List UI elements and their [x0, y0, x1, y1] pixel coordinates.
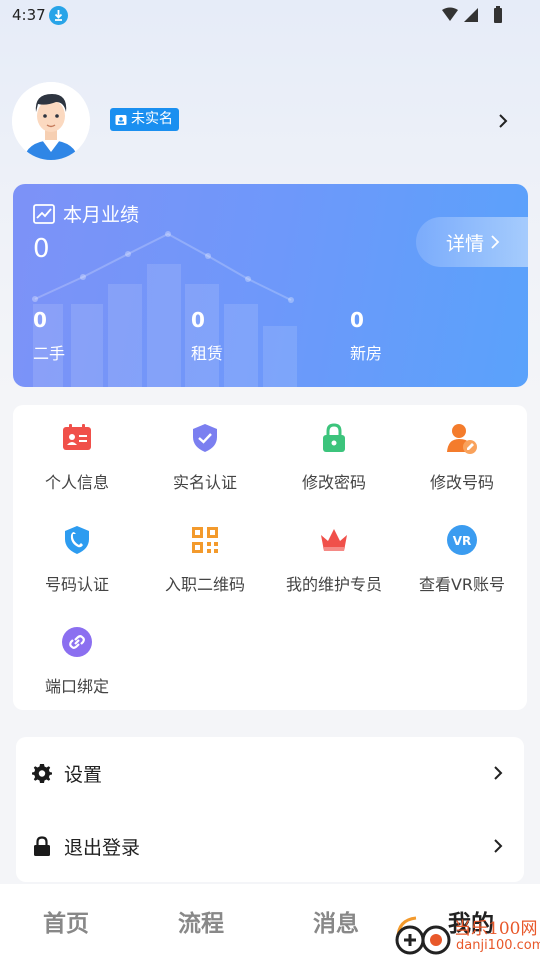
grid-item-vr-account[interactable]: VR 查看VR账号: [398, 523, 526, 595]
lock-icon: [34, 836, 50, 856]
stat-label: 二手: [33, 344, 66, 363]
grid-item-label: 修改号码: [429, 473, 494, 492]
stat-rental[interactable]: 0 租赁: [191, 308, 223, 364]
grid-item-label: 端口绑定: [44, 677, 109, 696]
chevron-right-icon[interactable]: [496, 112, 510, 130]
grid-item-port-binding[interactable]: 端口绑定: [13, 625, 141, 697]
profile-header[interactable]: 未实名: [12, 82, 528, 160]
stat-newhouse[interactable]: 0 新房: [350, 308, 382, 364]
realname-status-badge[interactable]: 未实名: [110, 108, 179, 131]
badge-label: 未实名: [131, 111, 173, 127]
chevron-right-icon: [494, 766, 503, 780]
qr-code-icon: [192, 527, 218, 553]
settings-menu: 设置 退出登录: [16, 737, 524, 882]
menu-item-settings[interactable]: 设置: [16, 737, 524, 809]
grid-item-change-number[interactable]: 修改号码: [398, 421, 526, 493]
chevron-right-icon: [494, 839, 503, 853]
vr-icon: VR: [447, 525, 477, 555]
grid-item-number-auth[interactable]: 号码认证: [13, 523, 141, 595]
phone-shield-icon: [65, 526, 89, 554]
grid-item-maintainer[interactable]: 我的维护专员: [270, 523, 398, 595]
status-time: 4:37: [12, 6, 46, 24]
grid-item-change-password[interactable]: 修改密码: [270, 421, 398, 493]
stat-label: 新房: [350, 344, 383, 363]
id-card-icon: [63, 424, 91, 450]
stat-secondhand[interactable]: 0 二手: [33, 308, 65, 364]
grid-item-onboard-qr[interactable]: 入职二维码: [141, 523, 269, 595]
crown-icon: [321, 529, 347, 551]
watermark-logo-icon: [395, 916, 451, 955]
grid-item-realname[interactable]: 实名认证: [141, 421, 269, 493]
menu-item-logout[interactable]: 退出登录: [16, 810, 524, 882]
grid-item-label: 个人信息: [44, 473, 109, 492]
performance-title: 本月业绩: [63, 204, 140, 226]
trend-chart-icon: [33, 203, 55, 224]
status-bar: 4:37: [0, 0, 540, 30]
stat-value: 0: [191, 308, 205, 332]
user-edit-icon: [447, 424, 477, 454]
download-icon: [49, 6, 68, 25]
grid-item-label: 查看VR账号: [418, 575, 506, 594]
function-grid: 个人信息 实名认证 修改密码 修改号码 号码认证 入职二维码 我的维护专员 VR…: [13, 405, 527, 710]
lock-icon: [323, 423, 345, 452]
status-icons: [442, 6, 502, 23]
menu-item-label: 退出登录: [64, 836, 141, 859]
link-icon: [62, 627, 92, 657]
watermark-url: danji100.com: [456, 938, 540, 953]
detail-button[interactable]: 详情: [416, 217, 528, 267]
grid-item-label: 我的维护专员: [285, 575, 382, 594]
chevron-right-icon: [491, 235, 500, 249]
tab-home[interactable]: 首页: [43, 904, 89, 938]
id-badge-icon: [115, 114, 127, 125]
stat-value: 0: [350, 308, 364, 332]
grid-item-label: 修改密码: [301, 473, 366, 492]
tab-messages[interactable]: 消息: [313, 904, 359, 938]
shield-check-icon: [193, 424, 217, 452]
stat-label: 租赁: [191, 344, 224, 363]
watermark-title: 当乐100网: [454, 919, 538, 939]
gear-icon: [32, 764, 52, 783]
performance-card: 本月业绩 0 详情 0 二手 0 租赁 0 新房: [13, 184, 528, 387]
svg-text:VR: VR: [453, 534, 472, 548]
grid-item-label: 号码认证: [44, 575, 109, 594]
grid-item-label: 实名认证: [172, 473, 237, 492]
grid-item-personal-info[interactable]: 个人信息: [13, 421, 141, 493]
menu-item-label: 设置: [64, 763, 103, 786]
site-watermark: 当乐100网 danji100.com: [392, 908, 540, 960]
avatar[interactable]: [12, 82, 90, 160]
grid-item-label: 入职二维码: [164, 575, 245, 594]
detail-label: 详情: [446, 232, 485, 255]
stat-value: 0: [33, 308, 47, 332]
performance-total: 0: [33, 234, 50, 264]
tab-process[interactable]: 流程: [178, 904, 224, 938]
